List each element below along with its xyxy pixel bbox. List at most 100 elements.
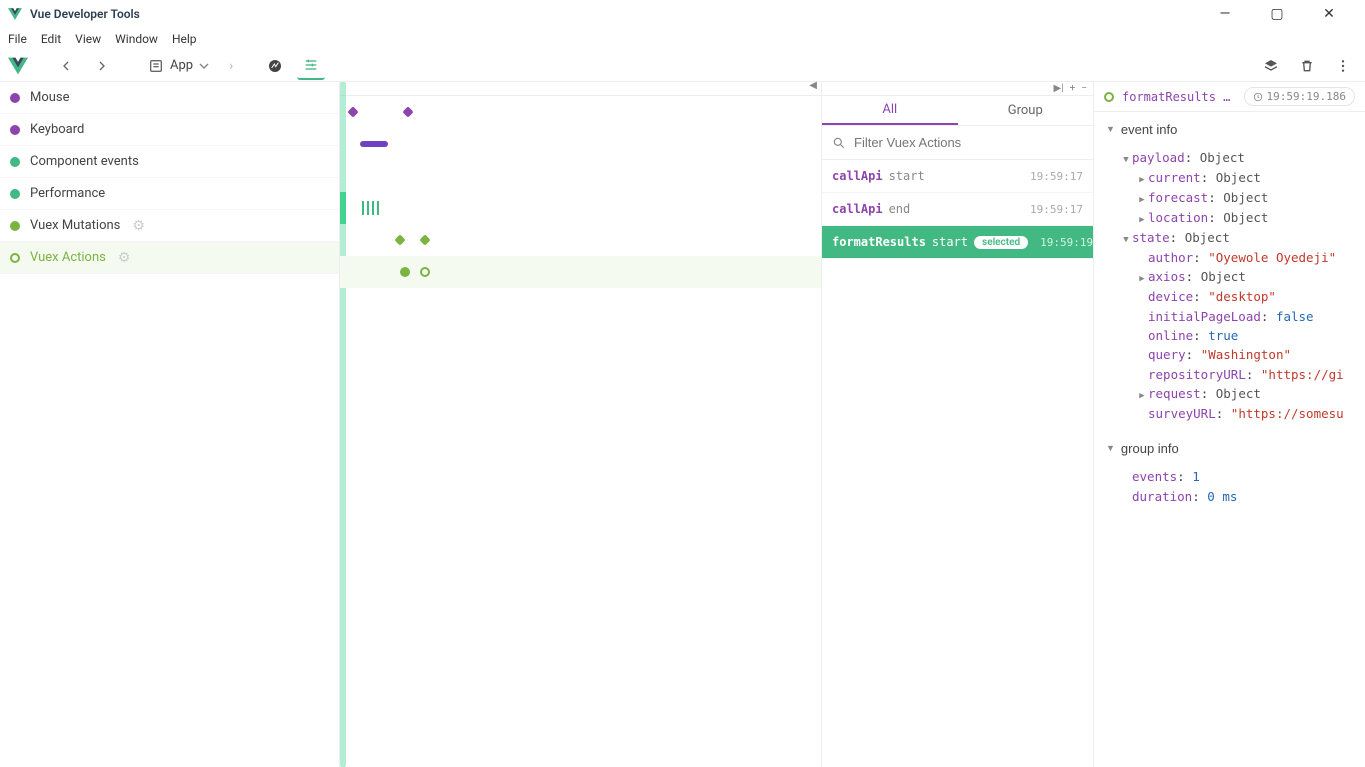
events-range-controls: ▶| + − <box>822 82 1093 96</box>
layer-label: Vuex Mutations <box>30 218 120 233</box>
timeline-tab-icon[interactable] <box>297 52 325 80</box>
timeline-event-mark[interactable] <box>394 234 405 245</box>
menu-bar: File Edit View Window Help <box>0 28 1365 50</box>
event-info-tree: ▼payload: Object ▶current: Object ▶forec… <box>1094 148 1365 431</box>
timeline-event-mark[interactable] <box>347 106 358 117</box>
plugin-icon: ⚙ <box>132 218 145 234</box>
timeline-event-mark[interactable] <box>367 201 369 215</box>
timeline-event-mark[interactable] <box>362 201 364 215</box>
plugin-icon: ⚙ <box>118 250 131 266</box>
window-controls: — ▢ ✕ <box>1209 6 1357 22</box>
zoom-out-icon[interactable]: − <box>1081 83 1087 94</box>
tree-row[interactable]: device: "desktop" <box>1120 287 1365 306</box>
minimize-button[interactable]: — <box>1209 6 1241 22</box>
layer-dot <box>10 125 20 135</box>
tree-row[interactable]: ▼state: Object <box>1120 228 1365 248</box>
menu-view[interactable]: View <box>75 32 101 46</box>
tree-row[interactable]: ▶axios: Object <box>1120 267 1365 287</box>
inspector-time-pill[interactable]: 19:59:19.186 <box>1244 87 1355 106</box>
chevron-down-icon <box>199 61 209 71</box>
app-selector[interactable]: App <box>140 54 217 78</box>
timeline-event-mark[interactable] <box>360 141 388 147</box>
layer-label: Vuex Actions <box>30 250 106 265</box>
event-phase: end <box>889 202 911 216</box>
menu-file[interactable]: File <box>8 32 27 46</box>
tree-row[interactable]: initialPageLoad: false <box>1120 307 1365 326</box>
tree-row[interactable]: author: "Oyewole Oyedeji" <box>1120 248 1365 267</box>
maximize-button[interactable]: ▢ <box>1261 6 1293 22</box>
timeline-row-component-events[interactable] <box>340 160 821 192</box>
layer-dot <box>10 221 20 231</box>
event-phase: start <box>889 169 925 183</box>
layer-keyboard[interactable]: Keyboard <box>0 114 339 146</box>
layer-dot <box>10 253 20 263</box>
inspector-body[interactable]: ▼event info ▼payload: Object ▶current: O… <box>1094 112 1365 767</box>
timeline-rows <box>340 96 821 288</box>
tree-row[interactable]: ▶current: Object <box>1120 168 1365 188</box>
timeline-event-mark[interactable] <box>402 106 413 117</box>
section-event-info[interactable]: ▼event info <box>1094 112 1365 148</box>
event-phase: start <box>932 235 968 249</box>
layers-icon[interactable] <box>1257 52 1285 80</box>
layer-dot <box>10 93 20 103</box>
selected-badge: selected <box>974 236 1028 249</box>
event-row[interactable]: callApi end 19:59:17 <box>822 193 1093 226</box>
app-name: App <box>170 58 193 73</box>
filter-input[interactable] <box>854 135 1083 150</box>
event-circle-icon <box>1104 92 1114 102</box>
vue-logo-icon[interactable] <box>8 56 28 76</box>
tab-all[interactable]: All <box>822 96 958 125</box>
layer-vuex-mutations[interactable]: Vuex Mutations ⚙ <box>0 210 339 242</box>
timeline-event-mark[interactable] <box>372 201 374 215</box>
timeline-event-mark[interactable] <box>420 267 430 277</box>
clear-icon[interactable] <box>1293 52 1321 80</box>
timeline-event-mark[interactable] <box>419 234 430 245</box>
tree-row[interactable]: ▶request: Object <box>1120 384 1365 404</box>
menu-edit[interactable]: Edit <box>41 32 61 46</box>
timeline-header: ◀ <box>340 82 821 96</box>
main: Mouse Keyboard Component events Performa… <box>0 82 1365 767</box>
events-tabs: All Group <box>822 96 1093 126</box>
inspector-tab-icon[interactable] <box>261 52 289 80</box>
layer-vuex-actions[interactable]: Vuex Actions ⚙ <box>0 242 339 274</box>
menu-window[interactable]: Window <box>115 32 158 46</box>
tree-row[interactable]: repositoryURL: "https://gi <box>1120 365 1365 384</box>
clock-icon <box>1253 92 1263 102</box>
back-button[interactable] <box>52 52 80 80</box>
tree-row[interactable]: ▼payload: Object <box>1120 148 1365 168</box>
section-group-info[interactable]: ▼group info <box>1094 431 1365 467</box>
timeline-pane[interactable]: ◀ <box>340 82 822 767</box>
tree-row[interactable]: ▶forecast: Object <box>1120 188 1365 208</box>
tree-row[interactable]: online: true <box>1120 326 1365 345</box>
tree-row[interactable]: query: "Washington" <box>1120 345 1365 364</box>
tree-row[interactable]: ▶location: Object <box>1120 208 1365 228</box>
menu-help[interactable]: Help <box>172 32 197 46</box>
layer-component-events[interactable]: Component events <box>0 146 339 178</box>
timeline-event-mark[interactable] <box>400 267 410 277</box>
tree-row[interactable]: duration: 0 ms <box>1120 487 1365 506</box>
inspector-header: formatResults s… 19:59:19.186 <box>1094 82 1365 112</box>
group-info-tree: events: 1 duration: 0 ms <box>1094 467 1365 514</box>
tree-row[interactable]: surveyURL: "https://somesu <box>1120 404 1365 423</box>
forward-button[interactable] <box>88 52 116 80</box>
event-row[interactable]: callApi start 19:59:17 <box>822 160 1093 193</box>
timeline-event-mark[interactable] <box>377 201 379 215</box>
tree-row[interactable]: events: 1 <box>1120 467 1365 486</box>
tab-group[interactable]: Group <box>958 96 1094 125</box>
event-row[interactable]: formatResults start selected 19:59:19 <box>822 226 1093 259</box>
close-button[interactable]: ✕ <box>1313 6 1345 22</box>
layer-mouse[interactable]: Mouse <box>0 82 339 114</box>
timeline-row-vuex-actions[interactable] <box>340 256 821 288</box>
layer-label: Mouse <box>30 90 70 105</box>
timeline-row-keyboard[interactable] <box>340 128 821 160</box>
timeline-row-mouse[interactable] <box>340 96 821 128</box>
collapse-left-icon[interactable]: ◀ <box>809 80 817 91</box>
more-icon[interactable] <box>1329 52 1357 80</box>
events-pane: ▶| + − All Group callApi start 19:59:17 … <box>822 82 1094 767</box>
event-name: callApi <box>832 202 883 216</box>
layer-performance[interactable]: Performance <box>0 178 339 210</box>
zoom-in-icon[interactable]: + <box>1070 83 1076 94</box>
range-play-icon[interactable]: ▶| <box>1053 83 1063 94</box>
timeline-row-vuex-mutations[interactable] <box>340 224 821 256</box>
timeline-row-performance[interactable] <box>340 192 821 224</box>
